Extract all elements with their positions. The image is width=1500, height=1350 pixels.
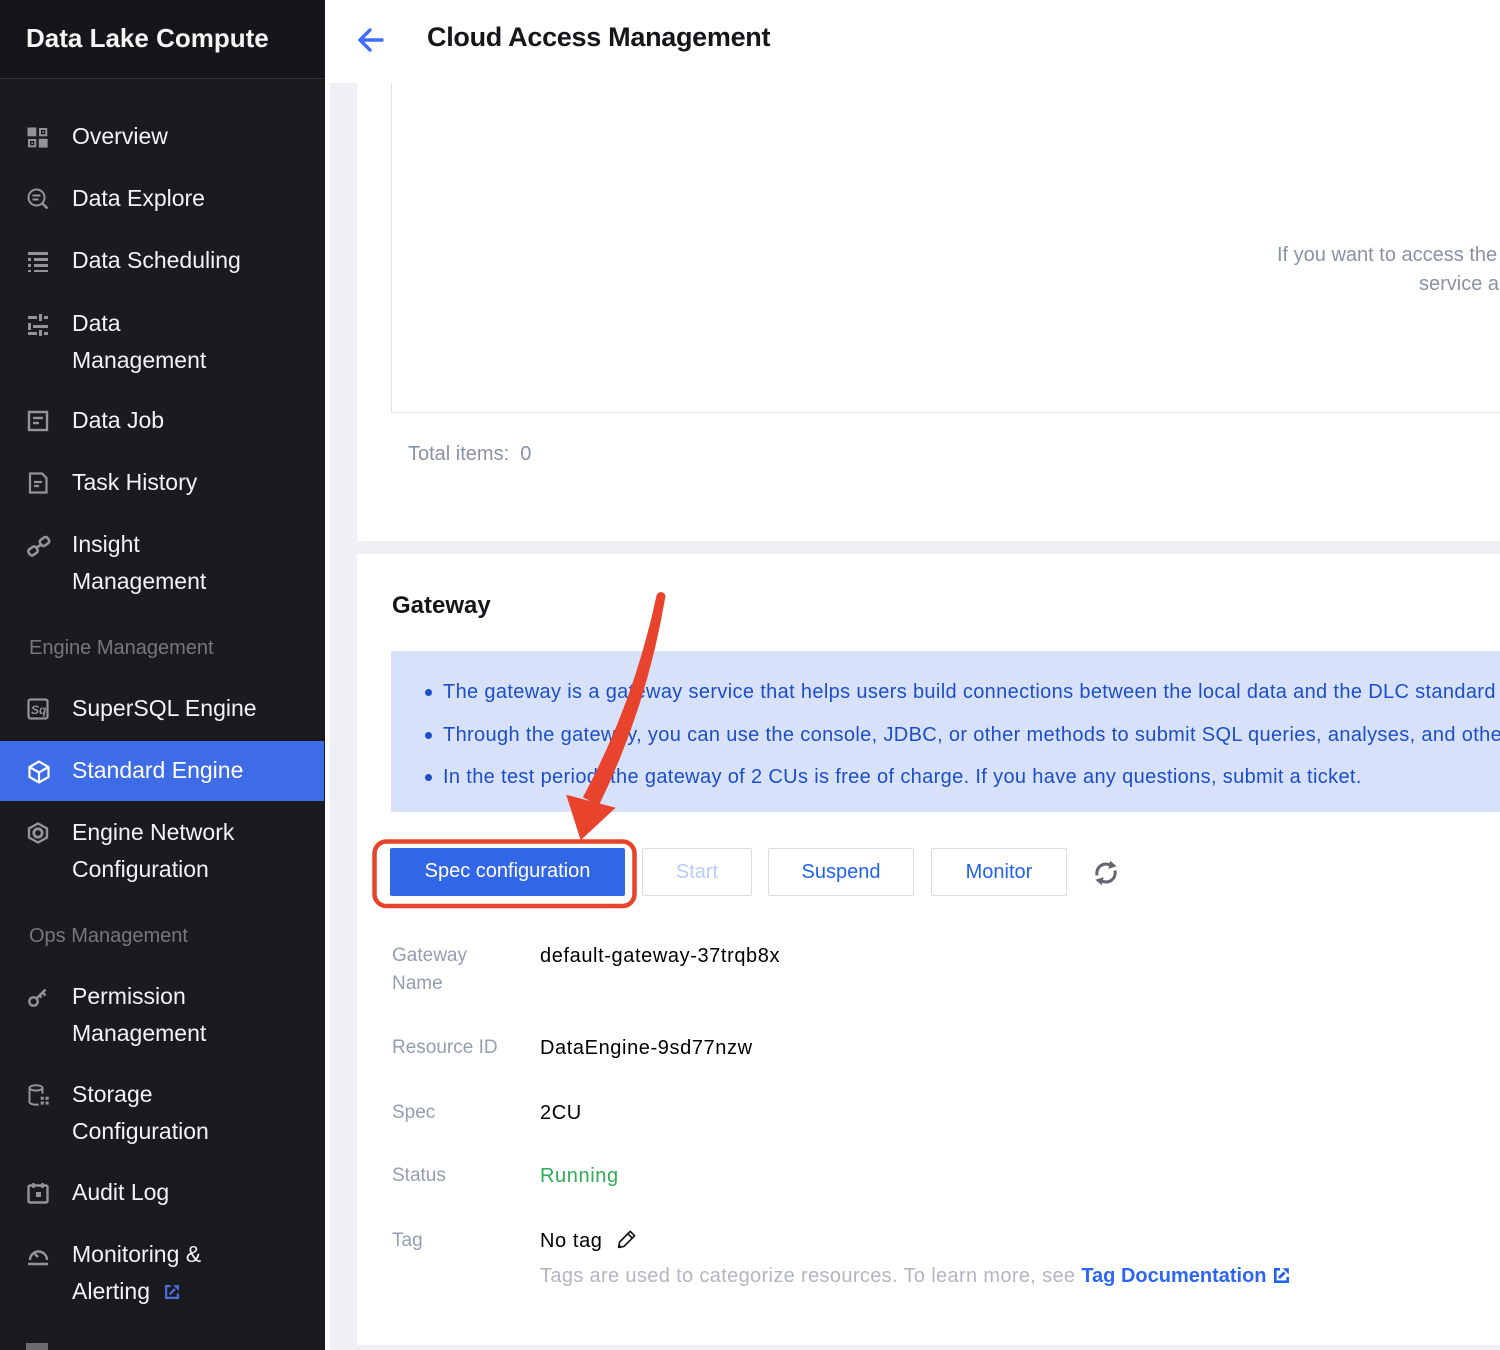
svg-text:Sq: Sq — [31, 703, 47, 717]
